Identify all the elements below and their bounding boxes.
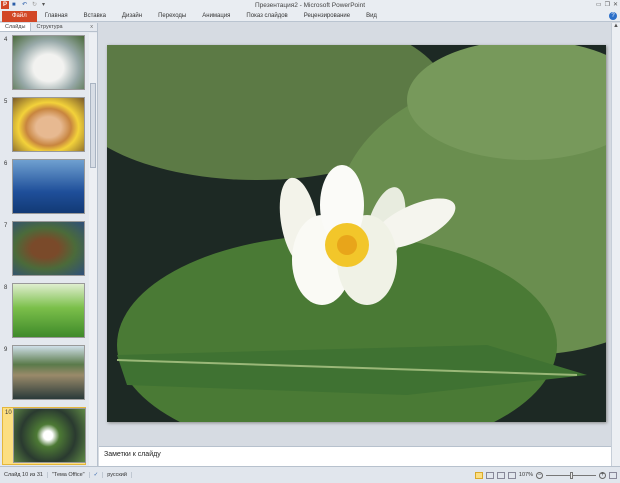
close-panel-icon[interactable]: x — [90, 23, 97, 31]
window-title: Презентация2 - Microsoft PowerPoint — [254, 2, 366, 9]
reading-view-button[interactable] — [496, 471, 505, 479]
slide-image — [12, 221, 85, 276]
slide-thumbnail[interactable]: 4 — [2, 35, 86, 93]
notes-pane[interactable]: Заметки к слайду — [99, 446, 611, 466]
slide-thumbnail[interactable]: 7 — [2, 221, 86, 279]
scrollbar-thumb[interactable] — [90, 83, 96, 168]
slide-thumbnail[interactable]: 5 — [2, 97, 86, 155]
tab-slideshow[interactable]: Показ слайдов — [238, 11, 295, 22]
slide-thumbnail[interactable]: 6 — [2, 159, 86, 217]
tab-insert[interactable]: Вставка — [76, 11, 114, 22]
help-icon[interactable]: ? — [609, 12, 617, 20]
fit-to-window-icon[interactable] — [609, 471, 617, 479]
slide-editor — [99, 23, 610, 443]
slides-panel: Слайды Структура x 4 5 6 7 8 9 10 — [0, 23, 98, 466]
spellcheck-icon[interactable]: ✓ — [90, 472, 104, 478]
tab-design[interactable]: Дизайн — [114, 11, 150, 22]
notes-placeholder: Заметки к слайду — [104, 451, 161, 458]
water-lily-photo — [107, 45, 606, 422]
tab-animations[interactable]: Анимация — [194, 11, 238, 22]
restore-icon[interactable]: ❐ — [605, 1, 610, 8]
slide-image — [12, 345, 85, 400]
theme-name[interactable]: "Тема Office" — [48, 472, 90, 478]
zoom-out-icon[interactable]: − — [536, 471, 543, 479]
close-icon[interactable]: ✕ — [613, 1, 618, 8]
slide-image — [12, 159, 85, 214]
slide-scrollbar[interactable]: ▲ — [611, 23, 620, 466]
slide-image — [12, 97, 85, 152]
scroll-up-icon[interactable]: ▲ — [612, 23, 620, 29]
tab-review[interactable]: Рецензирование — [296, 11, 358, 22]
slide-image — [13, 408, 86, 463]
zoom-in-icon[interactable]: + — [599, 471, 606, 479]
normal-view-button[interactable] — [474, 471, 483, 479]
slide-thumbnail[interactable]: 8 — [2, 283, 86, 341]
tab-home[interactable]: Главная — [37, 11, 76, 22]
tab-view[interactable]: Вид — [358, 11, 385, 22]
current-slide[interactable] — [107, 45, 606, 422]
title-bar: P ■ ↶ ↻ ▾ Презентация2 - Microsoft Power… — [0, 0, 620, 11]
tab-file[interactable]: Файл — [2, 10, 37, 22]
language[interactable]: русский — [103, 472, 132, 478]
zoom-slider-handle[interactable] — [570, 471, 573, 479]
slide-image — [12, 35, 85, 90]
slide-thumbnail[interactable]: 9 — [2, 345, 86, 403]
slide-counter: Слайд 10 из 31 — [0, 472, 48, 478]
slide-image — [12, 283, 85, 338]
tab-transitions[interactable]: Переходы — [150, 11, 194, 22]
zoom-level[interactable]: 107% — [519, 472, 533, 478]
slide-thumbnail-selected[interactable]: 10 — [2, 407, 86, 465]
status-bar: Слайд 10 из 31 "Тема Office" ✓ русский 1… — [0, 466, 620, 483]
slideshow-button[interactable] — [507, 471, 516, 479]
slide-sorter-button[interactable] — [485, 471, 494, 479]
zoom-slider[interactable] — [546, 471, 596, 479]
thumbnails-scrollbar[interactable] — [89, 33, 97, 466]
minimize-icon[interactable]: ▭ — [596, 1, 602, 8]
tab-outline[interactable]: Структура — [31, 23, 67, 31]
tab-slides[interactable]: Слайды — [0, 23, 32, 31]
ribbon-tabs: Файл Главная Вставка Дизайн Переходы Ани… — [0, 10, 620, 22]
